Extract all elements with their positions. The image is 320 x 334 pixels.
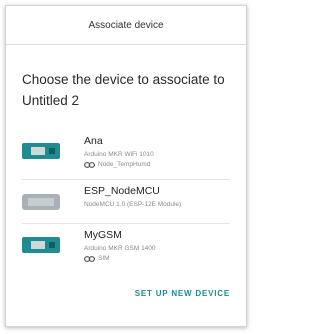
device-item-mygsm[interactable]: MyGSM Arduino MKR GSM 1400 SIM	[22, 224, 230, 272]
device-name: MyGSM	[84, 229, 122, 241]
associate-device-dialog: Associate device Choose the device to as…	[5, 5, 247, 327]
device-list: Ana Arduino MKR WiFi 1010 Node_TempHumd …	[22, 130, 230, 272]
device-item-esp-nodemcu[interactable]: ESP_NodeMCU NodeMCU 1.0 (ESP-12E Module)	[22, 180, 230, 224]
dialog-heading: Choose the device to associate to Untitl…	[22, 72, 225, 108]
mkr-board-icon	[22, 143, 60, 159]
link-icon	[84, 162, 95, 168]
device-board: Arduino MKR WiFi 1010	[84, 151, 154, 158]
device-item-ana[interactable]: Ana Arduino MKR WiFi 1010 Node_TempHumd	[22, 130, 230, 180]
device-info: Ana Arduino MKR WiFi 1010 Node_TempHumd	[84, 130, 154, 170]
device-name: ESP_NodeMCU	[84, 185, 160, 197]
mkr-board-icon	[22, 237, 60, 253]
device-thing-label: Node_TempHumd	[98, 161, 151, 168]
set-up-new-device-button[interactable]: SET UP NEW DEVICE	[135, 289, 230, 298]
link-icon	[84, 256, 95, 262]
dialog-header: Associate device	[6, 6, 246, 45]
device-thing-label: SIM	[98, 255, 110, 262]
nodemcu-board-icon	[22, 194, 60, 210]
device-board: NodeMCU 1.0 (ESP-12E Module)	[84, 201, 182, 208]
device-info: MyGSM Arduino MKR GSM 1400 SIM	[84, 224, 156, 264]
dialog-title: Associate device	[88, 19, 164, 31]
device-name: Ana	[84, 135, 103, 147]
device-board: Arduino MKR GSM 1400	[84, 245, 156, 252]
device-thing: Node_TempHumd	[84, 160, 154, 170]
device-thing: SIM	[84, 254, 156, 264]
device-info: ESP_NodeMCU NodeMCU 1.0 (ESP-12E Module)	[84, 180, 181, 210]
